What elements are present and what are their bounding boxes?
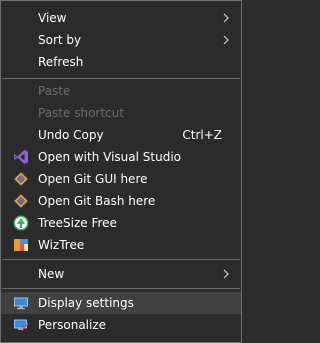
menu-item-open-git-gui[interactable]: Open Git GUI here bbox=[1, 168, 241, 190]
menu-item-paste-shortcut[interactable]: Paste shortcut bbox=[1, 102, 241, 124]
menu-item-label: Personalize bbox=[38, 318, 107, 332]
menu-item-treesize-free[interactable]: TreeSize Free bbox=[1, 212, 241, 234]
menu-separator bbox=[2, 78, 240, 79]
menu-item-label: Sort by bbox=[38, 33, 82, 47]
desktop-context-menu: View Sort by Refresh Paste Paste shortcu… bbox=[0, 0, 242, 343]
menu-item-wiztree[interactable]: WizTree bbox=[1, 234, 241, 256]
menu-item-paste[interactable]: Paste bbox=[1, 80, 241, 102]
chevron-right-icon bbox=[223, 35, 229, 45]
chevron-right-icon bbox=[223, 269, 229, 279]
menu-item-personalize[interactable]: Personalize bbox=[1, 314, 241, 336]
menu-item-label: View bbox=[38, 11, 67, 25]
shortcut-label: Ctrl+Z bbox=[182, 128, 222, 142]
menu-item-label: Open Git GUI here bbox=[38, 172, 148, 186]
menu-item-new[interactable]: New bbox=[1, 263, 241, 285]
menu-item-label: New bbox=[38, 267, 65, 281]
git-icon bbox=[14, 194, 28, 208]
menu-item-undo-copy[interactable]: Undo Copy Ctrl+Z bbox=[1, 124, 241, 146]
menu-item-open-git-bash[interactable]: Open Git Bash here bbox=[1, 190, 241, 212]
menu-item-sort-by[interactable]: Sort by bbox=[1, 29, 241, 51]
menu-item-display-settings[interactable]: Display settings bbox=[1, 292, 241, 314]
menu-separator bbox=[2, 288, 240, 289]
menu-item-refresh[interactable]: Refresh bbox=[1, 51, 241, 73]
menu-item-view[interactable]: View bbox=[1, 7, 241, 29]
git-icon bbox=[14, 172, 28, 186]
visual-studio-icon bbox=[14, 150, 28, 164]
menu-item-label: Undo Copy bbox=[38, 128, 104, 142]
menu-item-label: Open Git Bash here bbox=[38, 194, 156, 208]
menu-separator bbox=[2, 259, 240, 260]
menu-item-label: TreeSize Free bbox=[38, 216, 117, 230]
monitor-icon bbox=[14, 297, 28, 310]
menu-item-label: Open with Visual Studio bbox=[38, 150, 181, 164]
menu-item-label: Paste shortcut bbox=[38, 106, 124, 120]
menu-item-label: Refresh bbox=[38, 55, 84, 69]
treesize-icon bbox=[13, 215, 29, 231]
menu-item-label: Display settings bbox=[38, 296, 134, 310]
menu-item-label: WizTree bbox=[38, 238, 85, 252]
chevron-right-icon bbox=[223, 13, 229, 23]
menu-item-open-with-visual-studio[interactable]: Open with Visual Studio bbox=[1, 146, 241, 168]
personalize-icon bbox=[14, 319, 29, 331]
wiztree-icon bbox=[14, 239, 28, 251]
menu-item-label: Paste bbox=[38, 84, 71, 98]
